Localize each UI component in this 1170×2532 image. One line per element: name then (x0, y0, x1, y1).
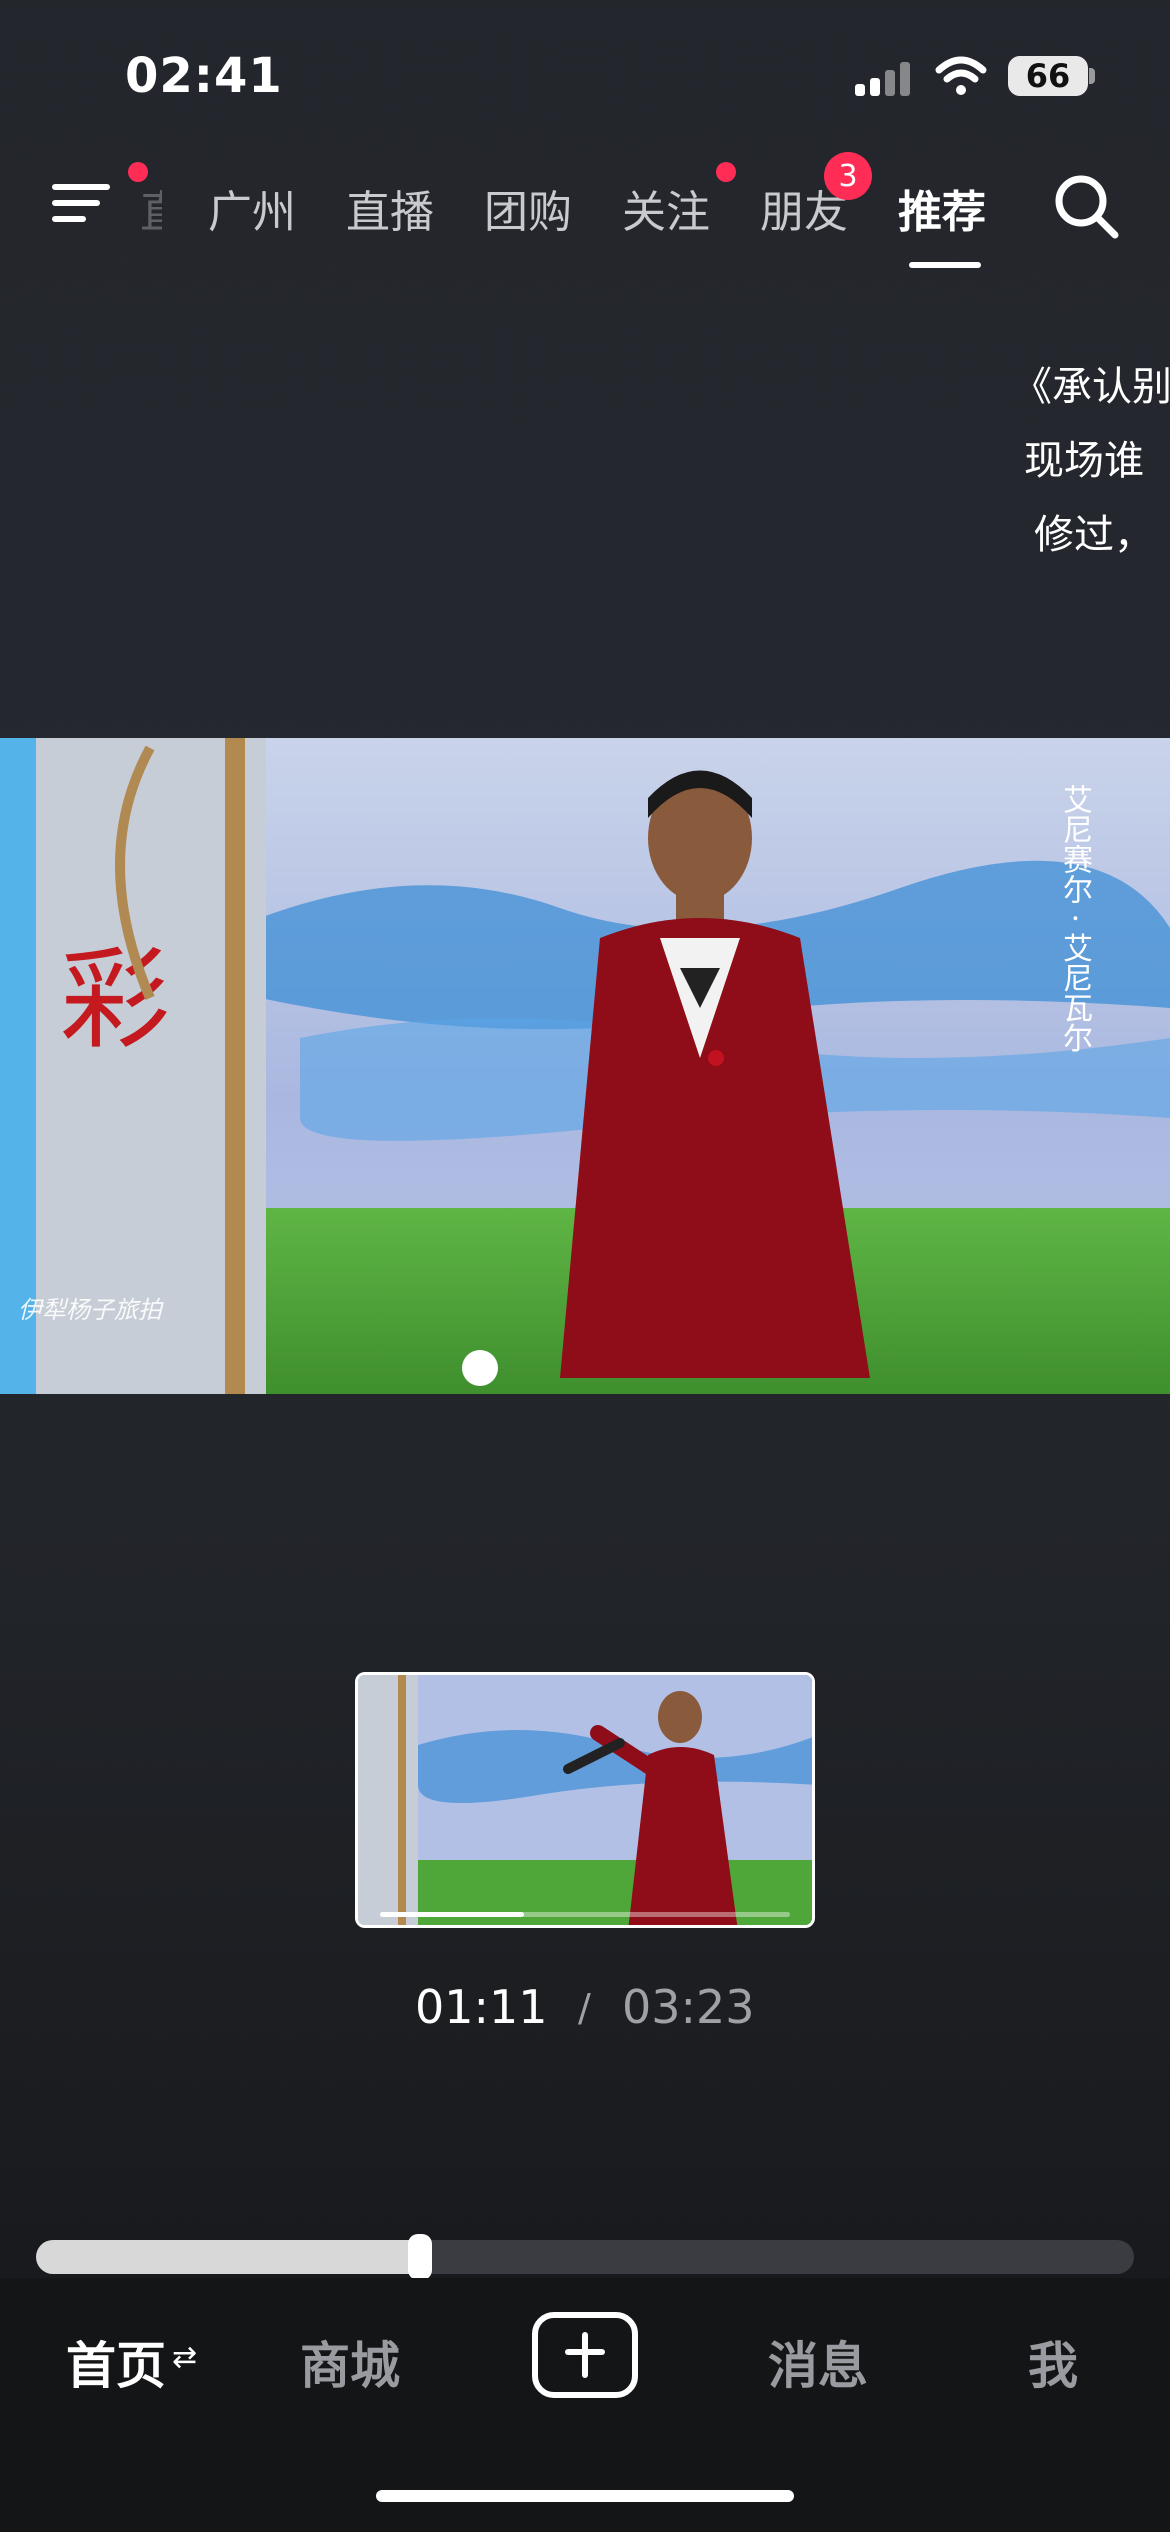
video-player[interactable]: 彩 艾尼赛尔 · 艾尼瓦尔 伊犁杨子旅拍 (0, 738, 1170, 1394)
playback-progress-handle[interactable] (408, 2234, 433, 2280)
tab-following[interactable]: 关注 (622, 176, 710, 240)
caption-line-1: 《承认别 (1012, 364, 1170, 410)
tab-partial[interactable]: 直 (140, 176, 162, 240)
caption-line-2: 现场谁 (1024, 438, 1144, 484)
video-watermark: 伊犁杨子旅拍 (18, 1296, 162, 1324)
wifi-icon (935, 56, 987, 95)
total-time: 03:23 (622, 1980, 755, 2034)
tab-group-buy[interactable]: 团购 (484, 176, 572, 240)
svg-text:彩: 彩 (60, 936, 170, 1064)
tab-guangzhou[interactable]: 广州 (208, 176, 296, 240)
home-switch-icon[interactable]: ⇄ (172, 2340, 197, 2375)
battery-cap (1089, 68, 1095, 84)
tab-messages[interactable]: 消息 (768, 2326, 868, 2398)
playback-progress-fill (36, 2240, 421, 2274)
menu-icon[interactable] (52, 180, 114, 228)
home-indicator (376, 2490, 794, 2502)
scrub-preview-thumbnail (355, 1672, 815, 1928)
friends-badge: 3 (824, 152, 872, 200)
cellular-signal-icon (855, 60, 915, 96)
create-plus-button[interactable] (532, 2312, 638, 2398)
status-time: 02:41 (125, 48, 283, 104)
video-frame-image: 彩 (0, 738, 1170, 1394)
tab-home[interactable]: 首页 (66, 2326, 166, 2398)
tab-recommended[interactable]: 推荐 (898, 176, 986, 240)
current-time: 01:11 (415, 1980, 548, 2034)
time-separator: / (578, 1986, 591, 2030)
tab-live[interactable]: 直播 (346, 176, 434, 240)
battery-icon: 66 (1008, 56, 1088, 96)
tab-me[interactable]: 我 (1028, 2326, 1078, 2398)
caption-line-3: 修过， (1034, 512, 1154, 558)
following-notification-dot (716, 162, 736, 182)
video-vertical-title: 艾尼赛尔 · 艾尼瓦尔 (1057, 784, 1092, 1053)
tab-mall[interactable]: 商城 (300, 2326, 400, 2398)
preview-progress-fill (380, 1912, 524, 1917)
search-icon[interactable] (1052, 172, 1122, 242)
active-tab-underline (909, 262, 981, 268)
